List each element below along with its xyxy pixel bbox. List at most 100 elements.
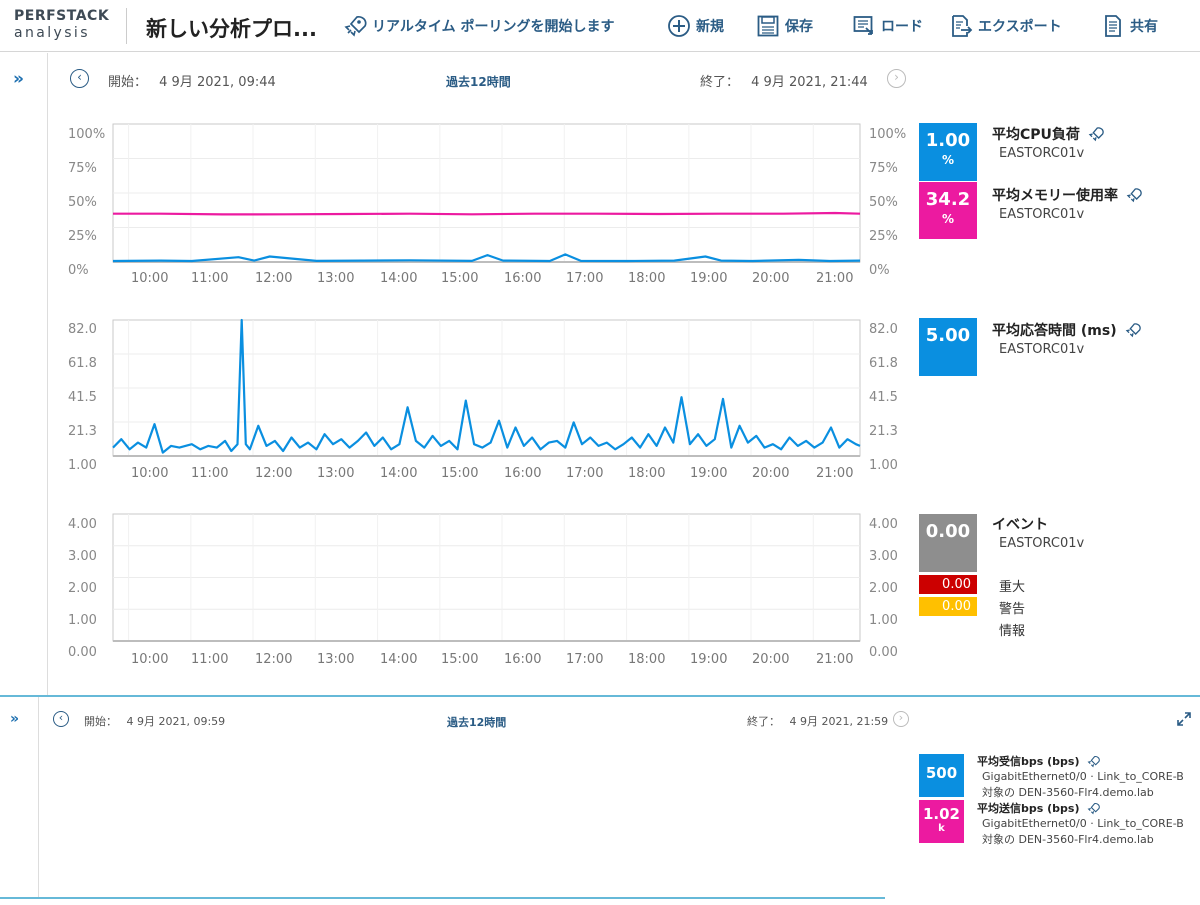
logo-top: PERFSTACK: [14, 8, 110, 24]
critical-count-tile[interactable]: 0.00: [919, 575, 977, 594]
response-label-text: 平均応答時間 (ms): [992, 323, 1117, 339]
events-value-tile[interactable]: 0.00: [919, 514, 977, 572]
bottom-start-value: 4 9月 2021, 09:59: [126, 715, 226, 728]
chart3-x-tick: 15:00: [441, 652, 478, 667]
end-label: 終了：: [700, 75, 740, 90]
cpu-value-tile[interactable]: 1.00 %: [919, 123, 977, 181]
chart3-y-tick-right: 2.00: [869, 581, 898, 596]
critical-label: 重大: [999, 580, 1026, 595]
chart3-x-tick: 14:00: [380, 652, 417, 667]
range-end: 終了： 4 9月 2021, 21:44: [700, 71, 868, 90]
bottom-range-end: 終了： 4 9月 2021, 21:59: [747, 713, 888, 729]
chart1-plot-area: [112, 123, 861, 263]
chevron-left-icon: ‹: [77, 70, 82, 84]
load-button[interactable]: ロード: [852, 14, 923, 38]
chart2-y-tick-left: 1.00: [68, 458, 97, 473]
chart1-x-tick: 15:00: [441, 271, 478, 286]
export-button[interactable]: エクスポート: [949, 14, 1062, 38]
previous-range-button[interactable]: ‹: [70, 69, 89, 88]
realtime-polling-button[interactable]: リアルタイム ポーリングを開始します: [343, 14, 614, 38]
rocket-icon[interactable]: [1087, 802, 1101, 815]
range-preset[interactable]: 過去12時間: [446, 73, 511, 90]
chart2-x-tick: 13:00: [317, 466, 354, 481]
chart1-x-tick: 14:00: [380, 271, 417, 286]
header-bar: PERFSTACK analysis 新しい分析プロ... リアルタイム ポーリ…: [0, 0, 1200, 52]
bottom-next-range-button[interactable]: ›: [893, 711, 909, 727]
expand-bottom-sidebar-button[interactable]: »: [10, 711, 19, 727]
tx-value: 1.02: [922, 805, 960, 823]
rocket-icon[interactable]: [1087, 755, 1101, 768]
chart2-x-tick: 11:00: [191, 466, 228, 481]
rocket-icon[interactable]: [1126, 187, 1142, 203]
load-icon: [853, 16, 873, 35]
perfstack-logo: PERFSTACK analysis: [14, 8, 114, 41]
chart3-x-tick: 13:00: [317, 652, 354, 667]
tx-metric-label: 平均送信bps (bps): [977, 800, 1101, 816]
tx-target: 対象の DEN-3560-Flr4.demo.lab: [982, 833, 1154, 846]
chart2-x-tick: 19:00: [690, 466, 727, 481]
rocket-icon[interactable]: [1088, 126, 1104, 142]
chart2-y-tick-left: 82.0: [68, 322, 97, 337]
page-title[interactable]: 新しい分析プロ...: [146, 13, 317, 43]
perfstack-window: PERFSTACK analysis 新しい分析プロ... リアルタイム ポーリ…: [0, 0, 1200, 905]
share-button[interactable]: 共有: [1101, 14, 1158, 38]
chart3-x-tick: 11:00: [191, 652, 228, 667]
chevron-right-icon: ›: [898, 711, 904, 724]
chart1-x-tick: 10:00: [131, 271, 168, 286]
tx-unit: k: [938, 823, 945, 834]
chart1-x-tick: 18:00: [628, 271, 665, 286]
chart1-y-tick-right: 25%: [869, 229, 898, 244]
rx-value-tile[interactable]: 500: [919, 754, 964, 797]
chart2-y-tick-left: 21.3: [68, 424, 97, 439]
expand-sidebar-button[interactable]: »: [13, 69, 24, 89]
bottom-start-label: 開始：: [84, 715, 117, 728]
chart2-x-tick: 17:00: [566, 466, 603, 481]
tx-label-text: 平均送信bps (bps): [977, 802, 1080, 815]
left-sidebar: »: [0, 53, 48, 695]
chart1-series-2-line: [112, 253, 861, 263]
save-icon: [757, 15, 779, 37]
chart3-x-tick: 17:00: [566, 652, 603, 667]
memory-value-tile[interactable]: 34.2 %: [919, 182, 977, 239]
chart3-y-tick-right: 0.00: [869, 645, 898, 660]
chart2-x-tick: 12:00: [255, 466, 292, 481]
chart1-y-tick-left: 25%: [68, 229, 97, 244]
chart2-y-tick-right: 41.5: [869, 390, 898, 405]
bottom-range-preset[interactable]: 過去12時間: [447, 714, 506, 730]
cpu-metric-label: 平均CPU負荷: [992, 124, 1104, 144]
bottom-end-value: 4 9月 2021, 21:59: [789, 715, 889, 728]
load-label: ロード: [881, 19, 923, 35]
chart3-x-tick: 16:00: [504, 652, 541, 667]
warning-label: 警告: [999, 602, 1026, 617]
rx-interface: GigabitEthernet0/0 · Link_to_CORE-B: [982, 770, 1184, 783]
chart1-x-tick: 16:00: [504, 271, 541, 286]
warning-count-tile[interactable]: 0.00: [919, 597, 977, 616]
logo-bottom: analysis: [14, 25, 90, 41]
cpu-node: EASTORC01v: [999, 146, 1085, 161]
export-icon: [952, 15, 973, 37]
share-label: 共有: [1130, 19, 1158, 35]
chart3-y-tick-right: 1.00: [869, 613, 898, 628]
chart1-y-tick-left: 75%: [68, 161, 97, 176]
save-label: 保存: [785, 19, 813, 35]
new-button[interactable]: 新規: [667, 14, 724, 38]
bottom-previous-range-button[interactable]: ‹: [53, 711, 69, 727]
memory-metric-label: 平均メモリー使用率: [992, 185, 1142, 205]
rocket-icon[interactable]: [1125, 322, 1141, 338]
rx-value: 500: [925, 764, 958, 782]
chart1-x-tick: 17:00: [566, 271, 603, 286]
tx-value-tile[interactable]: 1.02 k: [919, 800, 964, 843]
chart2-x-tick: 21:00: [816, 466, 853, 481]
maximize-icon[interactable]: [1176, 711, 1192, 727]
response-value-tile[interactable]: 5.00: [919, 318, 977, 376]
chevron-right-icon: ›: [894, 70, 899, 84]
next-range-button[interactable]: ›: [887, 69, 906, 88]
save-button[interactable]: 保存: [756, 14, 813, 38]
bottom-range-start: 開始： 4 9月 2021, 09:59: [84, 713, 225, 729]
chart1-y-tick-left: 50%: [68, 195, 97, 210]
chart2-x-tick: 15:00: [441, 466, 478, 481]
start-value: 4 9月 2021, 09:44: [159, 75, 276, 90]
chart3-y-tick-left: 3.00: [68, 549, 97, 564]
chart3-x-tick: 18:00: [628, 652, 665, 667]
tx-interface: GigabitEthernet0/0 · Link_to_CORE-B: [982, 817, 1184, 830]
